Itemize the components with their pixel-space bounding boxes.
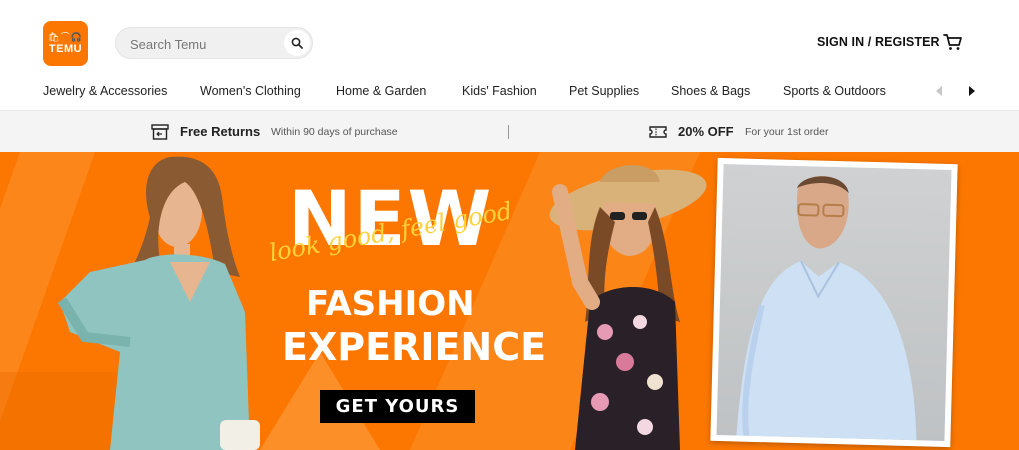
- promo-strip: Free Returns Within 90 days of purchase …: [0, 110, 1019, 152]
- photo-background: [716, 164, 952, 441]
- banner-line-fashion: FASHION: [306, 284, 475, 324]
- search-bar: [115, 27, 313, 59]
- category-shoes-bags[interactable]: Shoes & Bags: [671, 84, 750, 98]
- coupon-icon: [649, 126, 667, 138]
- search-input[interactable]: [130, 34, 280, 54]
- scroll-right-arrow-icon[interactable]: [968, 86, 976, 96]
- return-box-icon: [151, 124, 169, 140]
- category-kids-fashion[interactable]: Kids' Fashion: [462, 84, 537, 98]
- banner-line-experience: EXPERIENCE: [282, 325, 547, 369]
- logo-word: TEMU: [48, 42, 83, 55]
- category-pet-supplies[interactable]: Pet Supplies: [569, 84, 639, 98]
- discount-title: 20% OFF: [678, 124, 734, 139]
- hero-banner[interactable]: NEW look good, feel good FASHION EXPERIE…: [0, 152, 1019, 450]
- category-womens-clothing[interactable]: Women's Clothing: [200, 84, 301, 98]
- logo-glyphs: 🛍⌒🎧: [48, 32, 83, 43]
- discount-subtitle: For your 1st order: [745, 126, 829, 138]
- scroll-left-arrow-icon[interactable]: [935, 86, 943, 96]
- temu-logo[interactable]: 🛍⌒🎧 TEMU: [43, 21, 88, 66]
- category-jewelry-accessories[interactable]: Jewelry & Accessories: [43, 84, 167, 98]
- get-yours-button[interactable]: GET YOURS: [320, 390, 475, 423]
- free-returns-title: Free Returns: [180, 124, 261, 139]
- category-home-garden[interactable]: Home & Garden: [336, 84, 426, 98]
- model-woman-sweater-image: [57, 156, 260, 450]
- category-nav: Jewelry & Accessories Women's Clothing H…: [0, 76, 1019, 110]
- cart-icon[interactable]: [943, 33, 963, 51]
- search-icon: [291, 37, 303, 49]
- model-woman-sunhat-image: [549, 165, 707, 450]
- site-header: 🛍⌒🎧 TEMU SIGN IN / REGISTER: [0, 0, 1019, 76]
- free-returns-subtitle: Within 90 days of purchase: [271, 126, 398, 138]
- category-sports-outdoors[interactable]: Sports & Outdoors: [783, 84, 886, 98]
- model-man-shirt-photo: [710, 157, 958, 448]
- sign-in-register-link[interactable]: SIGN IN / REGISTER: [817, 35, 940, 49]
- model-man-shirt-image: [736, 175, 917, 441]
- search-button[interactable]: [284, 30, 310, 56]
- promo-divider: [508, 125, 509, 139]
